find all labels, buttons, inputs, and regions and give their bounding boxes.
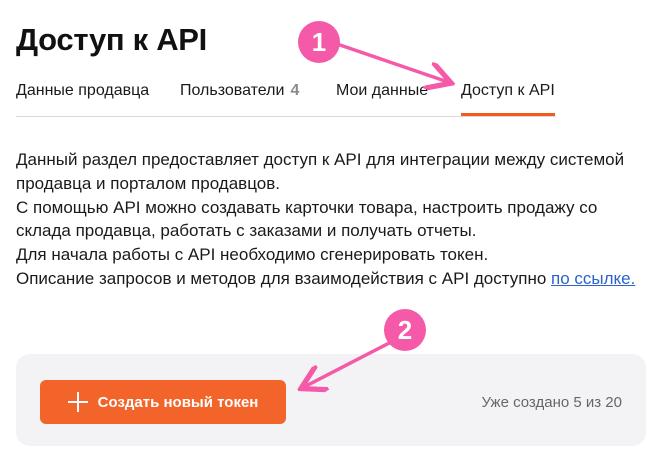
description-paragraph: Для начала работы с API необходимо сгене… (16, 245, 489, 265)
tab-api-access[interactable]: Доступ к API (461, 82, 555, 116)
create-token-label: Создать новый токен (97, 393, 259, 411)
tab-label: Пользователи (180, 82, 285, 99)
page-title: Доступ к API (16, 22, 207, 57)
description-text: Описание запросов и методов для взаимоде… (16, 268, 552, 288)
description-paragraph: С помощью API можно создавать карточки т… (16, 197, 598, 241)
description: Данный раздел предоставляет доступ к API… (16, 148, 636, 291)
description-paragraph: Описание запросов и методов для взаимоде… (16, 267, 636, 291)
tab-users[interactable]: Пользователи 4 (180, 82, 299, 116)
tab-label: Мои данные (336, 82, 429, 99)
tab-bar: Данные продавца Пользователи 4 Мои данные… (16, 76, 556, 117)
tab-seller-data[interactable]: Данные продавца (16, 82, 149, 116)
tab-label: Данные продавца (16, 82, 150, 99)
annotation-badge-2: 2 (384, 309, 426, 351)
token-panel: Создать новый токен Уже создано 5 из 20 (16, 354, 646, 446)
annotation-badge-1: 1 (298, 21, 340, 63)
tab-my-data[interactable]: Мои данные (336, 82, 428, 116)
tokens-created-status: Уже создано 5 из 20 (481, 394, 622, 411)
create-token-button[interactable]: Создать новый токен (40, 380, 286, 424)
tab-count-badge: 4 (290, 82, 300, 99)
docs-link[interactable]: по ссылке. (551, 269, 635, 288)
description-paragraph: Данный раздел предоставляет доступ к API… (16, 150, 625, 193)
tab-label: Доступ к API (461, 82, 555, 99)
plus-icon (67, 392, 88, 412)
